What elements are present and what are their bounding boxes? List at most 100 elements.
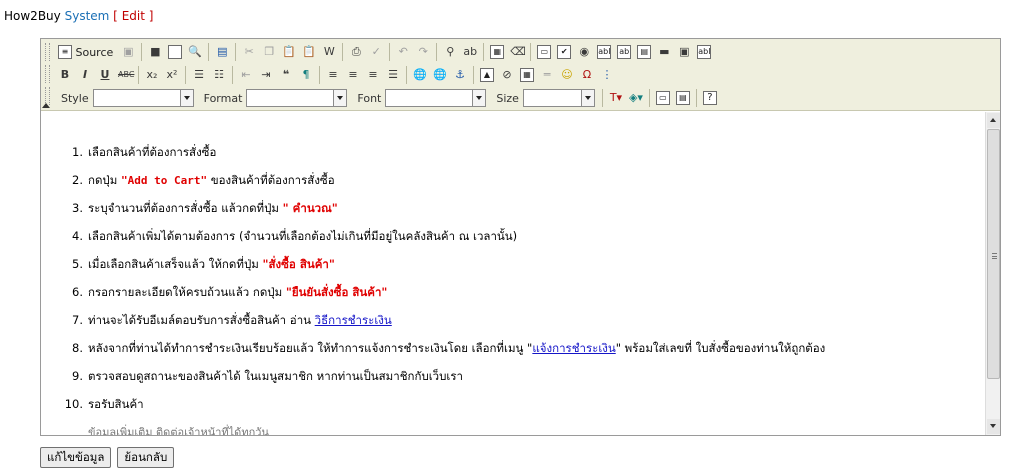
toolbar-separator: [483, 43, 485, 61]
save-button[interactable]: ▣: [118, 42, 138, 62]
payment-notify-link[interactable]: แจ้งการชำระเงิน: [532, 341, 615, 355]
align-right-button[interactable]: ≡: [363, 65, 383, 85]
checkbox-button[interactable]: ✔: [554, 42, 574, 62]
scroll-up-icon[interactable]: [987, 113, 1000, 128]
remove-format-button[interactable]: ⌫: [507, 42, 527, 62]
table-button[interactable]: ▦: [517, 65, 537, 85]
bold-button[interactable]: B: [55, 65, 75, 85]
cut-button[interactable]: ✂: [239, 42, 259, 62]
paste-word-button[interactable]: W: [319, 42, 339, 62]
list-item-number: 6.: [72, 285, 83, 299]
unlink-button[interactable]: 🌐: [430, 65, 450, 85]
flash-button[interactable]: ⊘: [497, 65, 517, 85]
select-field-button[interactable]: ▤: [634, 42, 654, 62]
form-button[interactable]: ▭: [534, 42, 554, 62]
chevron-down-icon[interactable]: [472, 90, 486, 106]
select-field-icon: ▤: [637, 45, 652, 59]
paste-text-button[interactable]: 📋: [299, 42, 319, 62]
unlink-icon: 🌐: [433, 68, 447, 81]
list-item: 7. ท่านจะได้รับอีเมล์ตอบรับการสั่งซื้อสิน…: [72, 310, 971, 338]
list-item-text: เมื่อเลือกสินค้าเสร็จแล้ว ให้กดที่ปุ่ม: [88, 257, 263, 271]
horizontal-rule-button[interactable]: ═: [537, 65, 557, 85]
textfield-button[interactable]: abl: [594, 42, 614, 62]
select-all-button[interactable]: ▦: [487, 42, 507, 62]
image-button[interactable]: ▲: [477, 65, 497, 85]
print-icon: ⎙: [351, 45, 361, 58]
payment-method-link[interactable]: วิธีการชำระเงิน: [315, 313, 392, 327]
scroll-down-icon[interactable]: [987, 419, 1000, 434]
chevron-down-icon[interactable]: [580, 90, 594, 106]
undo-button[interactable]: ↶: [393, 42, 413, 62]
toolbar-separator: [138, 66, 139, 84]
replace-button[interactable]: ab: [460, 42, 480, 62]
link-button[interactable]: 🌐: [410, 65, 430, 85]
underline-icon: U: [100, 68, 110, 81]
bulleted-list-button[interactable]: ☷: [209, 65, 229, 85]
editor-scrollbar[interactable]: [985, 112, 1000, 435]
indent-button[interactable]: ⇥: [256, 65, 276, 85]
subscript-button[interactable]: x₂: [142, 65, 162, 85]
editor-content-area[interactable]: 1. เลือกสินค้าที่ต้องการสั่งซื้อ 2. กดปุ่ม…: [41, 112, 985, 435]
list-item: ข้อมูลเพิ่มเติม ติดต่อเจ้าหน้าที่ได้ทุกว…: [88, 422, 971, 435]
list-item-number: 4.: [72, 229, 83, 243]
save-doc-button[interactable]: ■: [145, 42, 165, 62]
toolbar-grip[interactable]: [45, 43, 50, 61]
strike-button[interactable]: ABC: [115, 65, 135, 85]
underline-button[interactable]: U: [95, 65, 115, 85]
smiley-button[interactable]: ☺: [557, 65, 577, 85]
special-char-button[interactable]: Ω: [577, 65, 597, 85]
new-page-button[interactable]: [165, 42, 185, 62]
hidden-field-button[interactable]: abl: [694, 42, 714, 62]
bg-color-button[interactable]: ◈▾: [626, 88, 646, 108]
preview-button[interactable]: 🔍: [185, 42, 205, 62]
align-center-button[interactable]: ≡: [343, 65, 363, 85]
font-select[interactable]: [385, 89, 487, 107]
scroll-thumb[interactable]: [987, 129, 1000, 379]
page-break-button[interactable]: ⋮: [597, 65, 617, 85]
italic-button[interactable]: I: [75, 65, 95, 85]
blockquote-button[interactable]: ❝: [276, 65, 296, 85]
copy-button[interactable]: ❐: [259, 42, 279, 62]
list-item-text: " พร้อมใส่เลขที่ ใบสั่งซื้อของท่านให้ถูก…: [615, 341, 826, 355]
new-page-icon: [168, 45, 183, 59]
anchor-button[interactable]: ⚓: [450, 65, 470, 85]
cut-icon: ✂: [244, 45, 254, 58]
show-blocks-button[interactable]: ▤: [673, 88, 693, 108]
link-globe-icon: 🌐: [413, 68, 427, 81]
find-button[interactable]: ⚲: [440, 42, 460, 62]
format-select[interactable]: [246, 89, 348, 107]
spellcheck-button[interactable]: ✓: [366, 42, 386, 62]
redo-button[interactable]: ↷: [413, 42, 433, 62]
style-select[interactable]: [92, 89, 194, 107]
show-blocks-icon: ▤: [675, 91, 690, 105]
chevron-down-icon[interactable]: [333, 90, 347, 106]
back-button[interactable]: ย้อนกลับ: [117, 447, 175, 468]
align-left-icon: ≡: [328, 68, 338, 81]
numbered-list-button[interactable]: ☰: [189, 65, 209, 85]
bg-color-icon: ◈▾: [628, 91, 643, 104]
textarea-button[interactable]: ab: [614, 42, 634, 62]
justify-button[interactable]: ☰: [383, 65, 403, 85]
outdent-button[interactable]: ⇤: [236, 65, 256, 85]
source-button[interactable]: ≡ Source: [55, 42, 118, 62]
toolbar-grip[interactable]: [45, 65, 50, 83]
toolbar-collapse-icon[interactable]: [42, 103, 50, 108]
about-button[interactable]: ?: [700, 88, 720, 108]
paste-button[interactable]: 📋: [279, 42, 299, 62]
div-button[interactable]: ¶: [296, 65, 316, 85]
button-field-button[interactable]: ▬: [654, 42, 674, 62]
size-select[interactable]: [522, 89, 595, 107]
text-color-button[interactable]: T▾: [606, 88, 626, 108]
print-button[interactable]: ⎙: [346, 42, 366, 62]
align-left-button[interactable]: ≡: [323, 65, 343, 85]
maximize-button[interactable]: ▭: [653, 88, 673, 108]
radio-button[interactable]: ◉: [574, 42, 594, 62]
breadcrumb-section[interactable]: System: [65, 9, 110, 23]
indent-icon: ⇥: [261, 68, 271, 81]
superscript-button[interactable]: x²: [162, 65, 182, 85]
highlight-text: " คำนวณ": [282, 201, 338, 215]
edit-data-button[interactable]: แก้ไขข้อมูล: [40, 447, 112, 468]
image-button-field-button[interactable]: ▣: [674, 42, 694, 62]
templates-button[interactable]: ▤: [212, 42, 232, 62]
chevron-down-icon[interactable]: [179, 90, 193, 106]
